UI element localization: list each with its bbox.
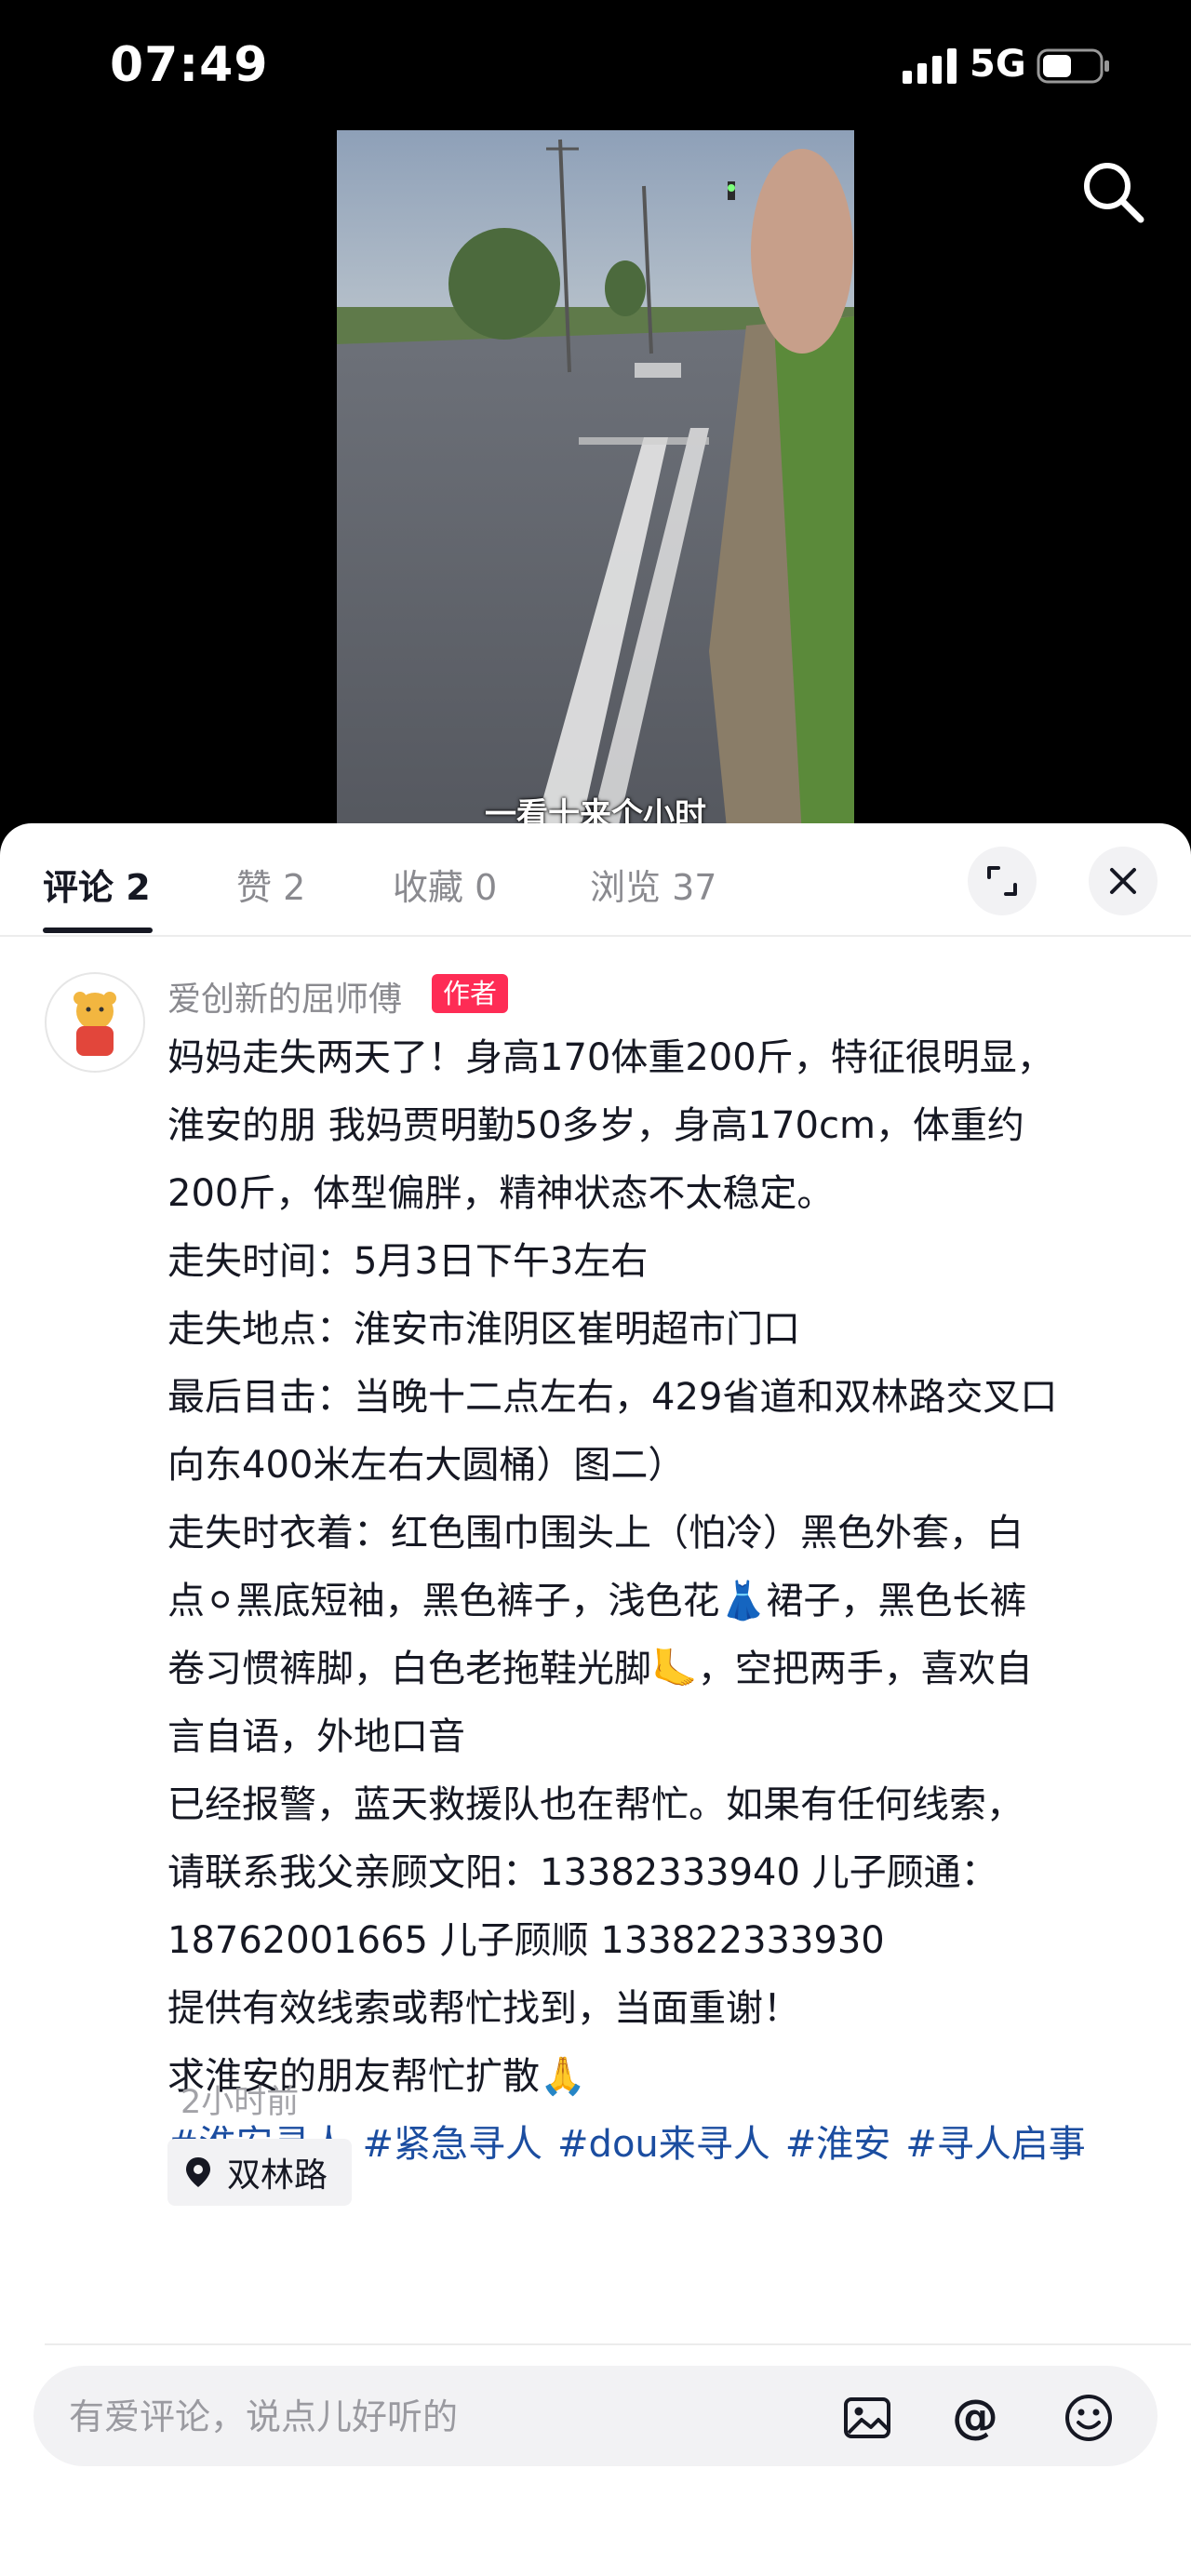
- divider: [45, 2343, 1191, 2345]
- bear-avatar-icon: [74, 992, 116, 1056]
- comment-sheet: 评论 2 赞 2 收藏 0 浏览 37 爱创新的屈师傅 作者 妈妈走失两天了！身…: [0, 823, 1191, 2576]
- hashtag-link[interactable]: #dou来寻人: [557, 2123, 770, 2166]
- signal-icon: [903, 48, 957, 84]
- video-player[interactable]: [337, 130, 854, 837]
- active-tab-indicator: [43, 928, 153, 933]
- comment-body: 妈妈走失两天了！身高170体重200斤，特征很明显， 淮安的朋 我妈贾明勤50多…: [167, 1024, 1154, 2179]
- comment-line: 走失时间：5月3日下午3左右: [167, 1240, 649, 1283]
- status-time: 07:49: [110, 37, 269, 93]
- close-icon: [1110, 868, 1136, 894]
- tab-favorites[interactable]: 收藏 0: [393, 859, 497, 910]
- author-badge: 作者: [432, 974, 509, 1013]
- comment-input[interactable]: [67, 2366, 815, 2468]
- location-tag[interactable]: 双林路: [167, 2139, 353, 2206]
- hashtag-link[interactable]: #淮安: [785, 2123, 891, 2166]
- expand-icon: [987, 866, 1017, 896]
- svg-text:@: @: [952, 2392, 998, 2444]
- comment-line: 淮安的朋 我妈贾明勤50多岁，身高170cm，体重约: [167, 1104, 1024, 1147]
- comment-line: 求淮安的朋友帮忙扩散🙏: [167, 2055, 586, 2098]
- comment-line: 走失地点：淮安市淮阴区崔明超市门口: [167, 1308, 800, 1351]
- comment-line: 点⚪黑底短袖，黑色裤子，浅色花👗裙子，黑色长裤: [167, 1580, 1027, 1622]
- comment-line: 200斤，体型偏胖，精神状态不太稳定。: [167, 1172, 835, 1215]
- network-type: 5G: [970, 43, 1026, 86]
- emoji-icon[interactable]: [1063, 2392, 1115, 2444]
- tab-likes[interactable]: 赞 2: [236, 859, 305, 910]
- comment-line: 向东400米左右大圆桶）图二）: [167, 1444, 686, 1487]
- comment-timestamp: 2小时前: [181, 2084, 300, 2121]
- tab-views[interactable]: 浏览 37: [590, 859, 716, 910]
- expand-button[interactable]: [968, 847, 1037, 915]
- location-pin-icon: [186, 2157, 210, 2187]
- comment-line: 最后目击：当晚十二点左右，429省道和双林路交叉口: [167, 1376, 1058, 1419]
- author-name[interactable]: 爱创新的屈师傅: [167, 972, 402, 1021]
- video-frame-image: [337, 130, 854, 837]
- hashtag-link[interactable]: #寻人启事: [905, 2123, 1086, 2166]
- battery-icon: [1037, 48, 1109, 84]
- search-icon[interactable]: [1077, 156, 1148, 227]
- comment-line: 妈妈走失两天了！身高170体重200斤，特征很明显，: [167, 1036, 1054, 1079]
- avatar[interactable]: [45, 972, 145, 1073]
- comment-line: 卷习惯裤脚，白色老拖鞋光脚🦶，空把两手，喜欢自: [167, 1648, 1033, 1690]
- comment-line: 已经报警，蓝天救援队也在帮忙。如果有任何线索，: [167, 1783, 1024, 1826]
- location-label: 双林路: [227, 2156, 328, 2195]
- tab-comments[interactable]: 评论 2: [43, 859, 151, 910]
- tab-bar: 评论 2 赞 2 收藏 0 浏览 37: [0, 823, 1191, 937]
- status-bar: 07:49 5G: [0, 0, 1191, 130]
- comment-line: 言自语，外地口音: [167, 1715, 465, 1758]
- comment-line: 走失时衣着：红色围巾围头上（怕冷）黑色外套，白: [167, 1512, 1024, 1555]
- comment-input-bar: @: [33, 2366, 1158, 2468]
- close-button[interactable]: [1089, 847, 1158, 915]
- comment-line: 请联系我父亲顾文阳：13382333940 儿子顾通：: [167, 1851, 998, 1894]
- hashtag-link[interactable]: #紧急寻人: [363, 2123, 543, 2166]
- comment-line: 提供有效线索或帮忙找到，当面重谢！: [167, 1987, 800, 2030]
- image-icon[interactable]: [841, 2392, 893, 2444]
- comment-line: 18762001665 儿子顾顺 133822333930: [167, 1919, 885, 1962]
- mention-icon[interactable]: @: [949, 2392, 1001, 2444]
